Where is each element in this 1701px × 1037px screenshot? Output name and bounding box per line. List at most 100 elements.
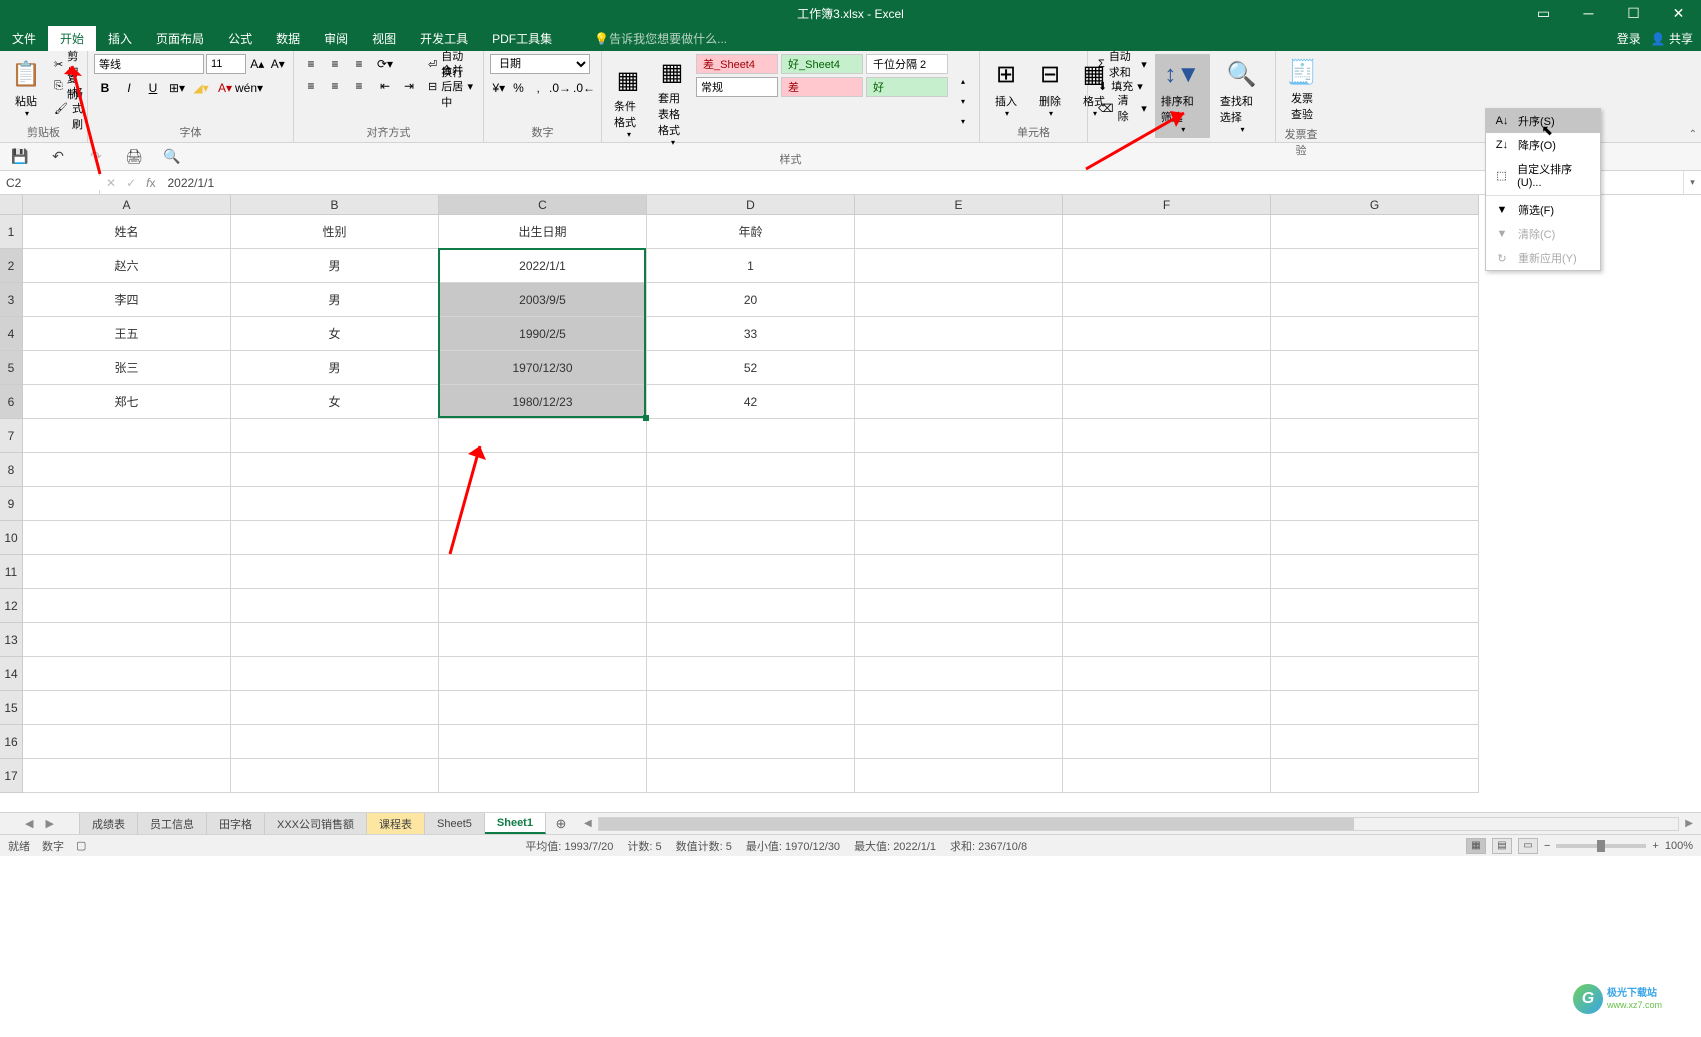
- style-more-icon[interactable]: ▾: [952, 112, 974, 132]
- increase-indent-icon[interactable]: ⇥: [398, 76, 420, 96]
- cell[interactable]: [231, 521, 439, 555]
- cell[interactable]: [855, 759, 1063, 793]
- row-header-12[interactable]: 12: [0, 589, 23, 623]
- cell[interactable]: [1271, 453, 1479, 487]
- ribbon-tab-5[interactable]: 数据: [264, 26, 312, 51]
- cell[interactable]: [231, 759, 439, 793]
- cell[interactable]: [439, 453, 647, 487]
- percent-icon[interactable]: %: [510, 78, 528, 98]
- tell-me-search[interactable]: 告诉我您想要做什么...: [594, 26, 727, 51]
- cell[interactable]: 42: [647, 385, 855, 419]
- cell[interactable]: 52: [647, 351, 855, 385]
- find-select-button[interactable]: 🔍 查找和选择▾: [1214, 54, 1269, 138]
- cell[interactable]: [23, 589, 231, 623]
- cell[interactable]: [1271, 725, 1479, 759]
- sheet-tab[interactable]: 课程表: [367, 813, 425, 834]
- cell[interactable]: [231, 725, 439, 759]
- cell[interactable]: 王五: [23, 317, 231, 351]
- increase-decimal-icon[interactable]: .0→: [549, 78, 571, 98]
- add-sheet-button[interactable]: ⊕: [546, 813, 576, 834]
- cell[interactable]: [855, 453, 1063, 487]
- cell[interactable]: [439, 419, 647, 453]
- sheet-tab[interactable]: 成绩表: [80, 813, 138, 834]
- cell[interactable]: [1063, 487, 1271, 521]
- cell[interactable]: [23, 657, 231, 691]
- cell[interactable]: 2003/9/5: [439, 283, 647, 317]
- row-header-2[interactable]: 2: [0, 249, 23, 283]
- cell[interactable]: 女: [231, 385, 439, 419]
- align-bottom-icon[interactable]: ≡: [348, 54, 370, 74]
- cell[interactable]: [647, 487, 855, 521]
- login-link[interactable]: 登录: [1617, 30, 1641, 47]
- cell[interactable]: [231, 419, 439, 453]
- format-painter-button[interactable]: 🖌 格式刷: [50, 98, 87, 118]
- view-page-break-icon[interactable]: ▭: [1518, 838, 1538, 854]
- cell[interactable]: [1063, 419, 1271, 453]
- decrease-indent-icon[interactable]: ⇤: [374, 76, 396, 96]
- sheet-tab[interactable]: Sheet5: [425, 813, 485, 834]
- column-header-C[interactable]: C: [439, 195, 647, 215]
- cell[interactable]: [855, 351, 1063, 385]
- row-header-13[interactable]: 13: [0, 623, 23, 657]
- row-header-14[interactable]: 14: [0, 657, 23, 691]
- cell[interactable]: [1271, 385, 1479, 419]
- align-left-icon[interactable]: ≡: [300, 76, 322, 96]
- cell[interactable]: [23, 555, 231, 589]
- decrease-font-icon[interactable]: A▾: [269, 54, 288, 74]
- autosum-button[interactable]: Σ 自动求和 ▾: [1094, 54, 1151, 74]
- cell[interactable]: [1271, 487, 1479, 521]
- cell[interactable]: 女: [231, 317, 439, 351]
- sheet-tab[interactable]: XXX公司销售额: [265, 813, 367, 834]
- cell[interactable]: [1271, 623, 1479, 657]
- minimize-button[interactable]: ─: [1566, 0, 1611, 26]
- cell[interactable]: 年龄: [647, 215, 855, 249]
- row-header-15[interactable]: 15: [0, 691, 23, 725]
- row-header-17[interactable]: 17: [0, 759, 23, 793]
- cell[interactable]: [1271, 691, 1479, 725]
- cell[interactable]: [855, 623, 1063, 657]
- cell[interactable]: 赵六: [23, 249, 231, 283]
- cell[interactable]: [23, 419, 231, 453]
- border-icon[interactable]: ⊞▾: [166, 78, 188, 98]
- align-right-icon[interactable]: ≡: [348, 76, 370, 96]
- cell[interactable]: [439, 657, 647, 691]
- row-header-6[interactable]: 6: [0, 385, 23, 419]
- increase-font-icon[interactable]: A▴: [248, 54, 267, 74]
- style-thousands[interactable]: 千位分隔 2: [866, 54, 948, 74]
- row-header-8[interactable]: 8: [0, 453, 23, 487]
- row-header-10[interactable]: 10: [0, 521, 23, 555]
- scroll-right-icon[interactable]: ▶: [1685, 818, 1693, 829]
- merge-center-button[interactable]: ⊟ 合并后居中 ▾: [424, 76, 477, 96]
- cell[interactable]: [231, 691, 439, 725]
- column-header-G[interactable]: G: [1271, 195, 1479, 215]
- cell[interactable]: [1063, 555, 1271, 589]
- cell[interactable]: [1063, 521, 1271, 555]
- cell[interactable]: [1063, 589, 1271, 623]
- cell[interactable]: 男: [231, 249, 439, 283]
- cell[interactable]: [855, 725, 1063, 759]
- style-good[interactable]: 好: [866, 77, 948, 97]
- cell[interactable]: [855, 589, 1063, 623]
- cell[interactable]: [1271, 283, 1479, 317]
- table-format-button[interactable]: ▦ 套用 表格格式▾: [652, 54, 692, 149]
- cell[interactable]: [647, 521, 855, 555]
- cell[interactable]: [1271, 555, 1479, 589]
- ribbon-tab-2[interactable]: 插入: [96, 26, 144, 51]
- share-button[interactable]: 👤 共享: [1651, 30, 1693, 47]
- delete-cells-button[interactable]: ⊟ 删除▾: [1030, 54, 1070, 122]
- row-header-9[interactable]: 9: [0, 487, 23, 521]
- cell[interactable]: 张三: [23, 351, 231, 385]
- scroll-left-icon[interactable]: ◀: [584, 818, 592, 829]
- spreadsheet-grid[interactable]: ABCDEFG 1234567891011121314151617 姓名性别出生…: [0, 195, 1701, 812]
- sheet-nav-next-icon[interactable]: ▶: [46, 817, 54, 830]
- sort-filter-button[interactable]: ↕▼ 排序和筛选▾: [1155, 54, 1210, 138]
- cell[interactable]: [1063, 317, 1271, 351]
- row-header-5[interactable]: 5: [0, 351, 23, 385]
- cell[interactable]: [439, 555, 647, 589]
- cell[interactable]: [1063, 657, 1271, 691]
- ribbon-display-options-icon[interactable]: ▭: [1521, 0, 1566, 26]
- font-color-icon[interactable]: A▾: [214, 78, 236, 98]
- cancel-formula-icon[interactable]: ✕: [106, 176, 116, 190]
- save-icon[interactable]: 💾: [10, 147, 30, 167]
- underline-icon[interactable]: U: [142, 78, 164, 98]
